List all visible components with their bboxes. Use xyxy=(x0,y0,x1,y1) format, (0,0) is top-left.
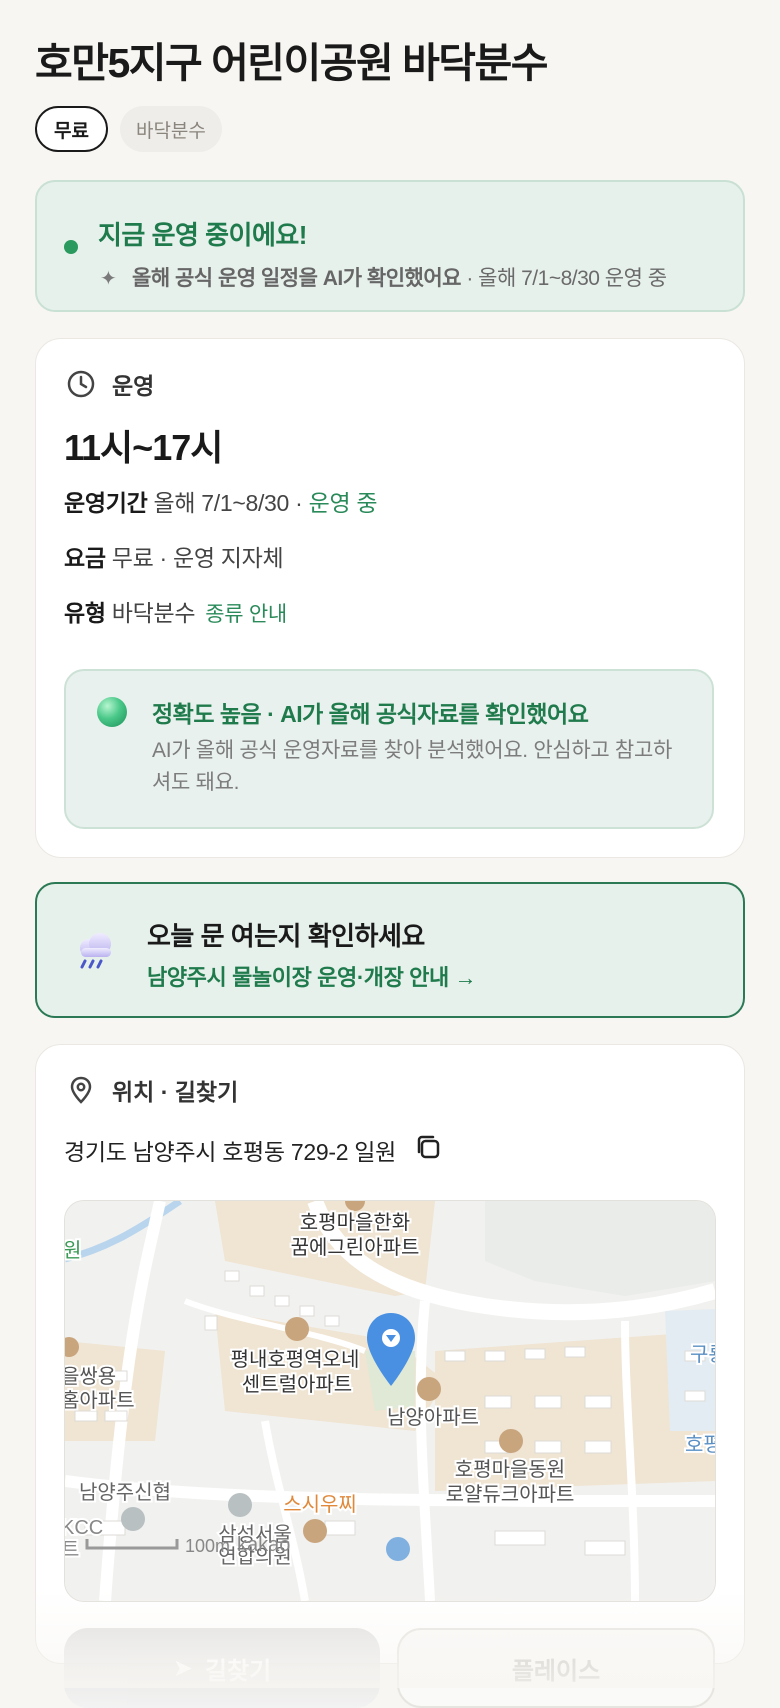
type-guide-link[interactable]: 종류 안내 xyxy=(205,603,287,626)
fee-row: 요금 무료 · 운영 지자체 xyxy=(64,539,284,573)
notice-title: 오늘 문 여는지 확인하세요 xyxy=(147,921,425,951)
chip-free[interactable]: 무료 xyxy=(35,106,108,152)
operation-heading-label: 운영 xyxy=(112,373,155,399)
map-label-11: 구룡초 xyxy=(690,1344,715,1366)
map-label-6: 로얄듀크아파트 xyxy=(446,1483,575,1506)
place-label: 플레이스 xyxy=(511,1657,601,1685)
map-label-14: 홈아파트 xyxy=(65,1389,135,1412)
map-label-15: 원 xyxy=(65,1239,81,1262)
type-value: 바닥분수 xyxy=(111,600,196,626)
accuracy-orb-icon xyxy=(97,697,127,727)
accuracy-box: 정확도 높음 · AI가 올해 공식자료를 확인했어요 AI가 올해 공식 운영… xyxy=(64,669,714,829)
notice-card[interactable]: 오늘 문 여는지 확인하세요 남양주시 물놀이장 운영·개장 안내 → xyxy=(35,882,745,1018)
status-sub-rest: · 올해 7/1~8/30 운영 중 xyxy=(460,267,667,290)
period-value: 올해 7/1~8/30 · xyxy=(153,490,303,516)
map-label-13: 을쌍용 xyxy=(65,1365,116,1388)
type-row: 유형 바닥분수 종류 안내 xyxy=(64,594,287,628)
map-brand-label: kakao xyxy=(237,1534,290,1556)
rain-cloud-icon xyxy=(73,928,117,977)
map-label-0: 호평마을한화 xyxy=(300,1211,410,1234)
directions-label: 길찾기 xyxy=(204,1657,272,1685)
type-label: 유형 xyxy=(64,600,106,626)
map-label-8: 스시우찌 xyxy=(283,1493,357,1516)
page-title: 호만5지구 어린이공원 바닥분수 xyxy=(35,40,548,86)
status-subtitle: ✦ 올해 공식 운영 일정을 AI가 확인했어요 · 올해 7/1~8/30 운영… xyxy=(100,262,667,292)
map-pin-outline-icon xyxy=(70,1076,92,1104)
period-label: 운영기간 xyxy=(64,490,148,516)
chip-floor-fountain[interactable]: 바닥분수 xyxy=(119,106,222,152)
map-label-17: 트 xyxy=(65,1539,79,1561)
map-label-4: 남양아파트 xyxy=(387,1406,479,1429)
period-status: 운영 중 xyxy=(308,490,378,516)
map-label-2: 평내호평역오네 xyxy=(231,1348,360,1371)
clock-icon xyxy=(67,370,95,398)
map-canvas: 호평마을한화 꿈에그린아파트 평내호평역오네 센트럴아파트 남양아파트 호평마을… xyxy=(65,1201,715,1601)
map-label-5: 호평마을동원 xyxy=(455,1458,565,1481)
notice-link[interactable]: 남양주시 물놀이장 운영·개장 안내 → xyxy=(147,960,477,992)
status-banner: 지금 운영 중이에요! ✦ 올해 공식 운영 일정을 AI가 확인했어요 · 올해… xyxy=(35,180,745,312)
location-card: 위치 · 길찾기 경기도 남양주시 호평동 729-2 일원 호평마을한화 꿈에… xyxy=(35,1044,745,1664)
operation-card: 운영 11시~17시 운영기간 올해 7/1~8/30 · 운영 중 요금 무료 ·… xyxy=(35,338,745,858)
location-heading-label: 위치 · 길찾기 xyxy=(112,1079,239,1105)
period-row: 운영기간 올해 7/1~8/30 · 운영 중 xyxy=(64,484,378,518)
map-label-12: 호평 xyxy=(685,1433,715,1456)
map-scale-label: 100m xyxy=(185,1536,230,1556)
address-row: 경기도 남양주시 호평동 729-2 일원 xyxy=(64,1133,442,1167)
place-button[interactable]: 플레이스 xyxy=(397,1628,715,1708)
status-sub-bold: 올해 공식 운영 일정을 AI가 확인했어요 xyxy=(132,267,461,290)
fee-label: 요금 xyxy=(64,545,106,571)
copy-icon[interactable] xyxy=(414,1133,442,1167)
map-label-1: 꿈에그린아파트 xyxy=(291,1236,420,1259)
status-title: 지금 운영 중이에요! xyxy=(98,220,307,250)
sparkle-icon: ✦ xyxy=(100,268,117,290)
fee-value: 무료 · 운영 지자체 xyxy=(111,545,284,571)
address-text: 경기도 남양주시 호평동 729-2 일원 xyxy=(64,1139,397,1165)
operation-heading: 운영 xyxy=(66,367,154,401)
accuracy-title: 정확도 높음 · AI가 올해 공식자료를 확인했어요 xyxy=(152,701,589,727)
map-view[interactable]: 호평마을한화 꿈에그린아파트 평내호평역오네 센트럴아파트 남양아파트 호평마을… xyxy=(64,1200,716,1602)
operating-hours: 11시~17시 xyxy=(64,427,223,468)
directions-button[interactable]: ➤ 길찾기 xyxy=(64,1628,380,1708)
chip-row: 무료 바닥분수 xyxy=(35,106,745,152)
navigate-arrow-icon: ➤ xyxy=(172,1654,193,1682)
accuracy-description: AI가 올해 공식 운영자료를 찾아 분석했어요. 안심하고 참고하셔도 돼요. xyxy=(152,739,672,794)
location-heading: 위치 · 길찾기 xyxy=(66,1073,238,1107)
map-label-16: KCC xyxy=(65,1517,103,1539)
status-dot-icon xyxy=(64,240,78,254)
map-label-3: 센트럴아파트 xyxy=(242,1373,352,1396)
page: 호만5지구 어린이공원 바닥분수 무료 바닥분수 지금 운영 중이에요! ✦ 올해… xyxy=(0,0,780,1664)
map-label-7: 남양주신협 xyxy=(79,1481,171,1504)
